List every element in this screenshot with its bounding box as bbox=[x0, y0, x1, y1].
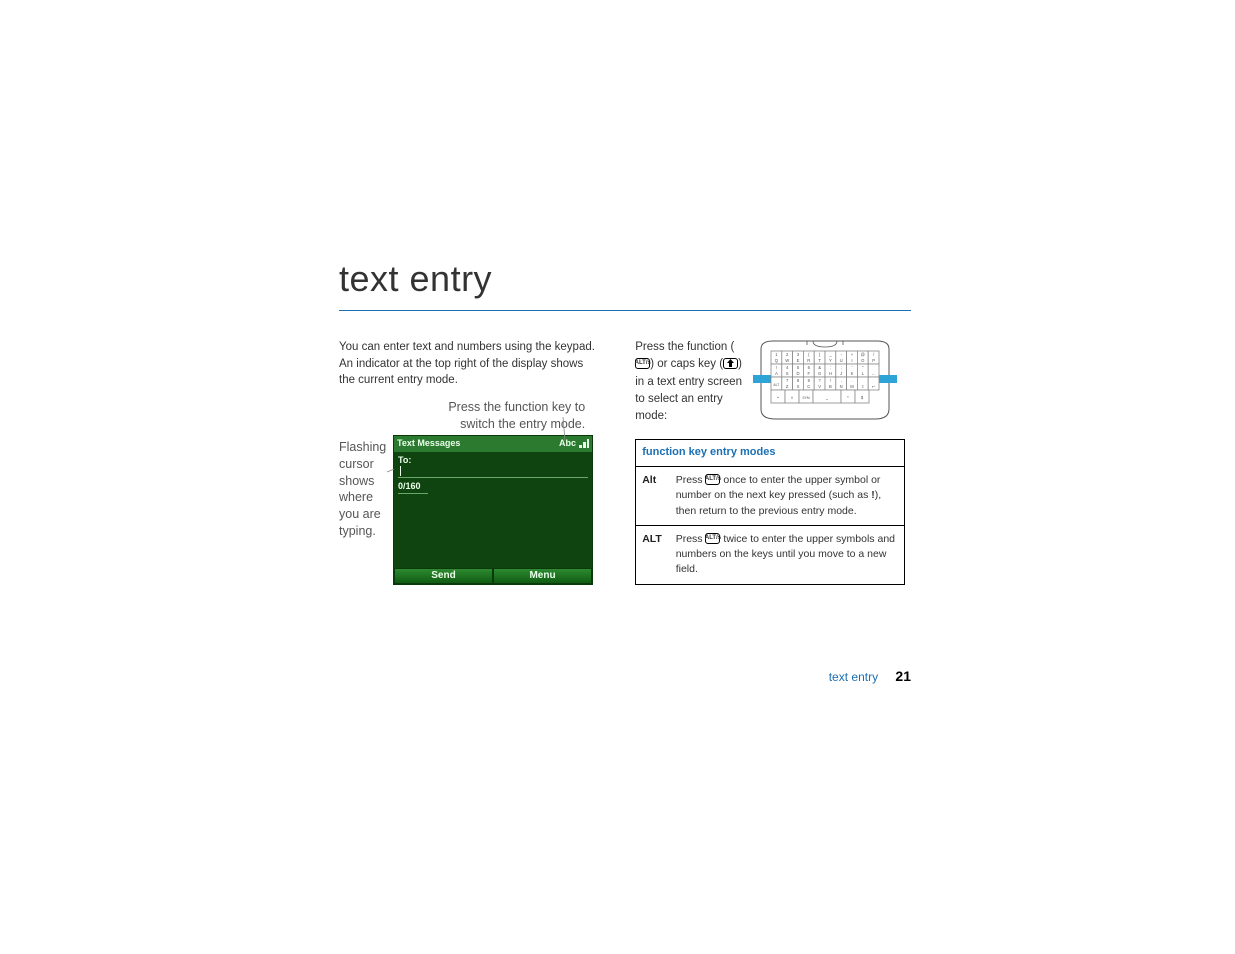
svg-text:P: P bbox=[872, 358, 875, 363]
svg-text:W: W bbox=[785, 358, 789, 363]
svg-text:E: E bbox=[797, 358, 800, 363]
svg-text:S: S bbox=[786, 371, 789, 376]
title-rule bbox=[339, 310, 911, 311]
right-column: Press the function (ALT/s) or caps key (… bbox=[635, 339, 911, 585]
caps-key-icon bbox=[723, 358, 738, 369]
svg-text:;: ; bbox=[841, 365, 842, 370]
svg-text:J: J bbox=[840, 371, 842, 376]
alt-key-icon: ALT/s bbox=[705, 474, 720, 485]
callout-line2: switch the entry mode. bbox=[460, 417, 585, 431]
table-header: function key entry modes bbox=[636, 440, 905, 467]
phone-titlebar: Text Messages Abc bbox=[394, 436, 592, 452]
svg-text:,: , bbox=[841, 378, 842, 383]
intro-p1: Press the function ( bbox=[635, 341, 734, 353]
svg-text:Z: Z bbox=[786, 384, 789, 389]
table-row: Alt Press ALT/s once to enter the upper … bbox=[636, 467, 905, 526]
left-column: You can enter text and numbers using the… bbox=[339, 339, 595, 585]
svg-text:Y: Y bbox=[829, 358, 832, 363]
svg-text:G: G bbox=[818, 371, 821, 376]
svg-text:@: @ bbox=[861, 352, 865, 357]
svg-text:X: X bbox=[797, 384, 800, 389]
phone-screen: Text Messages Abc To: bbox=[393, 435, 593, 585]
svg-text:C: C bbox=[808, 384, 811, 389]
svg-text:T: T bbox=[819, 358, 822, 363]
callout-line1: Press the function key to bbox=[448, 400, 585, 414]
svg-text:I: I bbox=[852, 358, 853, 363]
entry-modes-table: function key entry modes Alt Press ALT/s… bbox=[635, 439, 905, 584]
signal-icon bbox=[579, 439, 589, 448]
right-intro: Press the function ( ALT/s) or caps key (… bbox=[635, 339, 743, 425]
svg-text::: : bbox=[830, 365, 831, 370]
svg-text:A: A bbox=[775, 371, 778, 376]
intro-text: You can enter text and numbers using the… bbox=[339, 339, 595, 389]
right-top-row: Press the function ( ALT/s) or caps key (… bbox=[635, 339, 911, 425]
text-cursor bbox=[400, 466, 401, 476]
keypad-diagram: QWERTYUIOP 123()_-+@/ ASDFGHJKL← !456&:;… bbox=[753, 339, 897, 421]
svg-text:&: & bbox=[818, 365, 821, 370]
mode-label: ALT bbox=[636, 525, 670, 584]
svg-text:D: D bbox=[797, 371, 800, 376]
page-footer: text entry 21 bbox=[829, 668, 911, 684]
mode-desc: Press ALT/s once to enter the upper symb… bbox=[670, 467, 905, 526]
svg-text:N: N bbox=[840, 384, 843, 389]
mode-desc: Press ALT/s twice to enter the upper sym… bbox=[670, 525, 905, 584]
section-label: text entry bbox=[829, 670, 878, 684]
page-number: 21 bbox=[895, 668, 911, 684]
alt-key-icon: ALT/s bbox=[705, 533, 720, 544]
softkey-menu[interactable]: Menu bbox=[493, 568, 592, 584]
char-count: 0/160 bbox=[398, 480, 428, 494]
phone-body: To: 0/160 bbox=[394, 452, 592, 568]
svg-text:B: B bbox=[829, 384, 832, 389]
svg-text:U: U bbox=[840, 358, 843, 363]
svg-text:SYM: SYM bbox=[803, 396, 811, 400]
svg-text:R: R bbox=[808, 358, 811, 363]
svg-text:M: M bbox=[850, 384, 854, 389]
alt-key-icon: ALT/s bbox=[635, 358, 650, 369]
svg-text:K: K bbox=[851, 371, 854, 376]
page-title: text entry bbox=[339, 258, 911, 300]
table-row: ALT Press ALT/s twice to enter the upper… bbox=[636, 525, 905, 584]
to-label: To: bbox=[398, 455, 411, 465]
svg-text:!: ! bbox=[830, 378, 831, 383]
mode-label: Alt bbox=[636, 467, 670, 526]
callout-function-key: Press the function key to switch the ent… bbox=[339, 399, 595, 433]
svg-text:←: ← bbox=[872, 371, 876, 376]
columns: You can enter text and numbers using the… bbox=[339, 339, 911, 585]
svg-text:0: 0 bbox=[791, 396, 793, 400]
svg-text:.: . bbox=[852, 378, 853, 383]
svg-text:V: V bbox=[818, 384, 821, 389]
svg-text:ALT: ALT bbox=[774, 383, 780, 387]
softkey-bar: Send Menu bbox=[394, 568, 592, 584]
phone-screenshot-wrap: Text Messages Abc To: bbox=[393, 435, 593, 585]
manual-page: text entry You can enter text and number… bbox=[339, 258, 911, 585]
svg-text:H: H bbox=[829, 371, 832, 376]
phone-title: Text Messages bbox=[397, 437, 460, 450]
svg-text:F: F bbox=[808, 371, 811, 376]
entry-mode-indicator: Abc bbox=[559, 437, 576, 450]
softkey-send[interactable]: Send bbox=[394, 568, 493, 584]
screenshot-with-labels: Flashing cursor shows where you are typi… bbox=[339, 435, 595, 585]
to-field: To: bbox=[398, 454, 588, 478]
intro-p2: ) or caps key ( bbox=[650, 358, 723, 370]
svg-text:⇧: ⇧ bbox=[861, 384, 865, 389]
callout-cursor: Flashing cursor shows where you are typi… bbox=[339, 435, 387, 540]
svg-text:↵: ↵ bbox=[872, 384, 876, 389]
svg-text:!: ! bbox=[776, 365, 777, 370]
